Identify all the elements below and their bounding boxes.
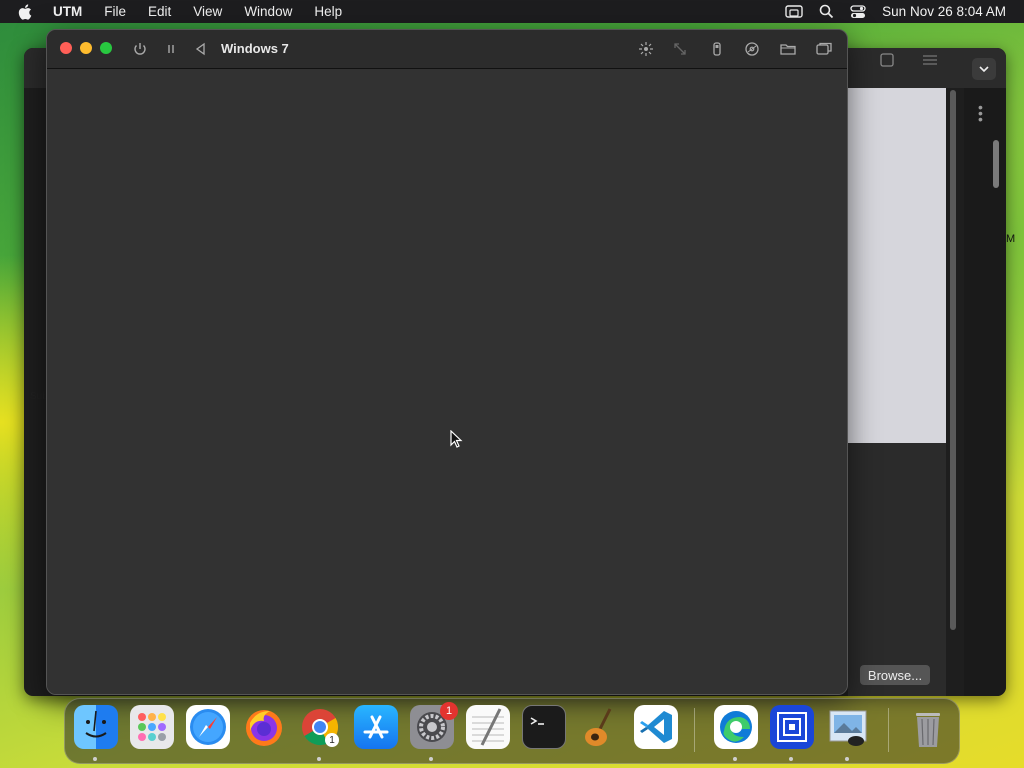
dock-running-indicator — [733, 757, 737, 761]
dock-finder-icon[interactable] — [74, 705, 118, 749]
dock-app-store-icon[interactable] — [354, 705, 398, 749]
dock-running-indicator — [789, 757, 793, 761]
dock-firefox-icon[interactable] — [242, 705, 286, 749]
dock-vscode-icon[interactable] — [634, 705, 678, 749]
mouse-cursor-icon — [450, 430, 463, 448]
dock-running-indicator — [93, 757, 97, 761]
dock-textedit-icon[interactable] — [466, 705, 510, 749]
menu-view[interactable]: View — [193, 4, 222, 19]
dock-launchpad-icon[interactable] — [130, 705, 174, 749]
scrollbar-right[interactable] — [993, 140, 999, 188]
menu-file[interactable]: File — [104, 4, 126, 19]
dock-separator — [694, 708, 695, 752]
menu-bar: UTM File Edit View Window Help Sun Nov 2… — [0, 0, 1024, 23]
edge-label-right: M — [1006, 233, 1016, 245]
background-light-panel — [848, 88, 946, 443]
dock-terminal-icon[interactable] — [522, 705, 566, 749]
vm-display[interactable] — [47, 69, 847, 694]
screen-mirroring-icon[interactable] — [785, 4, 803, 19]
pause-icon[interactable] — [162, 40, 180, 58]
control-center-icon[interactable] — [850, 4, 866, 19]
resize-icon[interactable] — [671, 40, 689, 58]
dock-trash-icon[interactable] — [906, 705, 950, 749]
sliders-icon — [923, 55, 937, 65]
dock-safari-icon[interactable] — [186, 705, 230, 749]
folder-icon[interactable] — [779, 40, 797, 58]
background-dark-panel — [848, 443, 946, 696]
background-right-pane — [964, 88, 1006, 696]
menu-help[interactable]: Help — [314, 4, 342, 19]
menu-window[interactable]: Window — [244, 4, 292, 19]
window-title: Windows 7 — [221, 41, 289, 56]
settings-badge: 1 — [440, 702, 458, 720]
windows-icon[interactable] — [815, 40, 833, 58]
dock-running-indicator — [317, 757, 321, 761]
utm-toolbar: Windows 7 — [47, 30, 847, 69]
dock-garageband-icon[interactable] — [578, 705, 622, 749]
power-icon[interactable] — [131, 40, 149, 58]
zoom-button[interactable] — [100, 42, 112, 54]
dock-running-indicator — [429, 757, 433, 761]
dropdown-button[interactable] — [972, 58, 996, 80]
scrollbar[interactable] — [950, 90, 956, 630]
dock-preview-icon[interactable] — [826, 705, 870, 749]
square-icon — [880, 53, 894, 67]
display-icon[interactable] — [637, 40, 655, 58]
more-icon[interactable]: • • • — [978, 100, 983, 126]
dock-utm-icon[interactable] — [770, 705, 814, 749]
search-icon[interactable] — [819, 4, 834, 19]
minimize-button[interactable] — [80, 42, 92, 54]
menu-extras: Sun Nov 26 8:04 AM — [785, 0, 1006, 23]
menu-edit[interactable]: Edit — [148, 4, 171, 19]
cd-icon[interactable] — [743, 40, 761, 58]
dock-edge-icon[interactable] — [714, 705, 758, 749]
close-button[interactable] — [60, 42, 72, 54]
menu-clock[interactable]: Sun Nov 26 8:04 AM — [882, 4, 1006, 19]
dock-separator — [888, 708, 889, 752]
chrome-badge: 1 — [325, 733, 339, 747]
utm-vm-window: Windows 7 — [46, 29, 848, 695]
dock-running-indicator — [845, 757, 849, 761]
back-icon[interactable] — [192, 40, 210, 58]
chevron-down-icon — [979, 65, 989, 72]
browse-button[interactable]: Browse... — [860, 665, 930, 685]
apple-icon[interactable] — [17, 3, 35, 21]
usb-icon[interactable] — [708, 40, 726, 58]
menu-app-name[interactable]: UTM — [53, 4, 82, 19]
